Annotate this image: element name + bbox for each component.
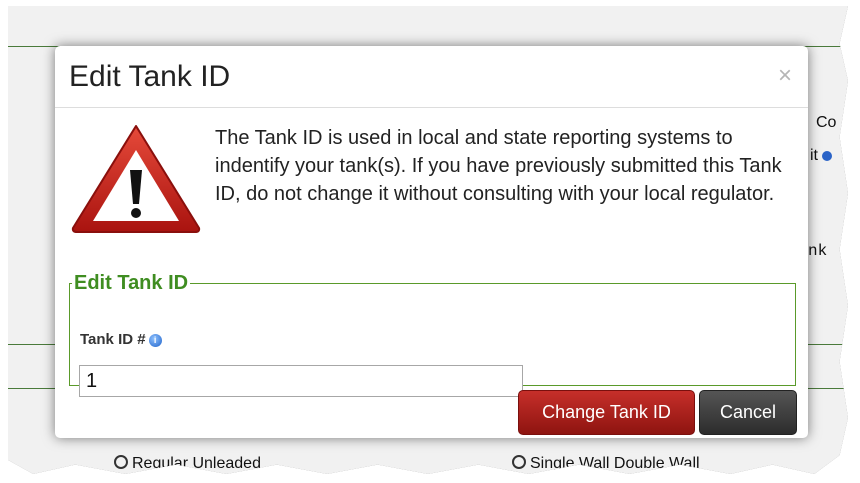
background-text-fragment: it <box>810 147 833 165</box>
tank-id-label: Tank ID # i <box>80 331 162 348</box>
modal-header: Edit Tank ID × <box>55 46 808 108</box>
warning-message: The Tank ID is used in local and state r… <box>215 127 782 205</box>
close-icon[interactable]: × <box>778 62 792 90</box>
background-text-fragment: Single Wall Double Wall <box>530 455 700 472</box>
tank-id-input[interactable] <box>79 365 523 397</box>
modal-title: Edit Tank ID <box>69 60 231 93</box>
radio-button[interactable] <box>512 455 526 469</box>
fieldset-legend: Edit Tank ID <box>74 272 189 294</box>
info-icon[interactable]: i <box>148 334 162 347</box>
info-icon <box>822 150 833 161</box>
edit-tank-id-fieldset: Edit Tank ID Tank ID # i <box>69 272 796 397</box>
cancel-button[interactable]: Cancel <box>699 390 797 435</box>
background-text-fragment: Co <box>816 114 837 131</box>
edit-tank-id-dialog: Edit Tank ID × The Tank ID is used in lo… <box>55 46 808 438</box>
tank-id-label-text: Tank ID # <box>80 331 146 348</box>
background-text-fragment: Regular Unleaded <box>132 455 261 472</box>
warning-icon <box>71 125 201 233</box>
radio-button[interactable] <box>114 455 128 469</box>
background-text-fragment: nk <box>808 242 828 260</box>
change-tank-id-button[interactable]: Change Tank ID <box>518 390 695 435</box>
